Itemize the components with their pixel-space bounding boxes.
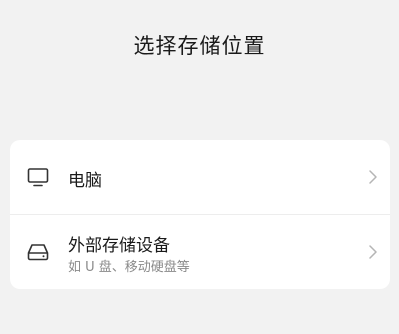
storage-location-sheet: 选择存储位置 电脑 外部存储设备 如 U 盘、移动硬盘等 xyxy=(0,0,399,334)
option-computer[interactable]: 电脑 xyxy=(10,140,390,214)
chevron-right-icon xyxy=(369,245,377,259)
monitor-icon xyxy=(27,168,49,187)
option-external-storage-label: 外部存储设备 xyxy=(68,236,170,256)
storage-options-list: 电脑 外部存储设备 如 U 盘、移动硬盘等 xyxy=(10,140,390,289)
option-computer-label: 电脑 xyxy=(68,171,102,191)
chevron-right-icon xyxy=(369,170,377,184)
option-external-storage[interactable]: 外部存储设备 如 U 盘、移动硬盘等 xyxy=(10,214,390,289)
sheet-title: 选择存储位置 xyxy=(133,34,266,58)
hard-drive-icon xyxy=(27,244,49,261)
option-external-storage-sublabel: 如 U 盘、移动硬盘等 xyxy=(68,260,190,275)
